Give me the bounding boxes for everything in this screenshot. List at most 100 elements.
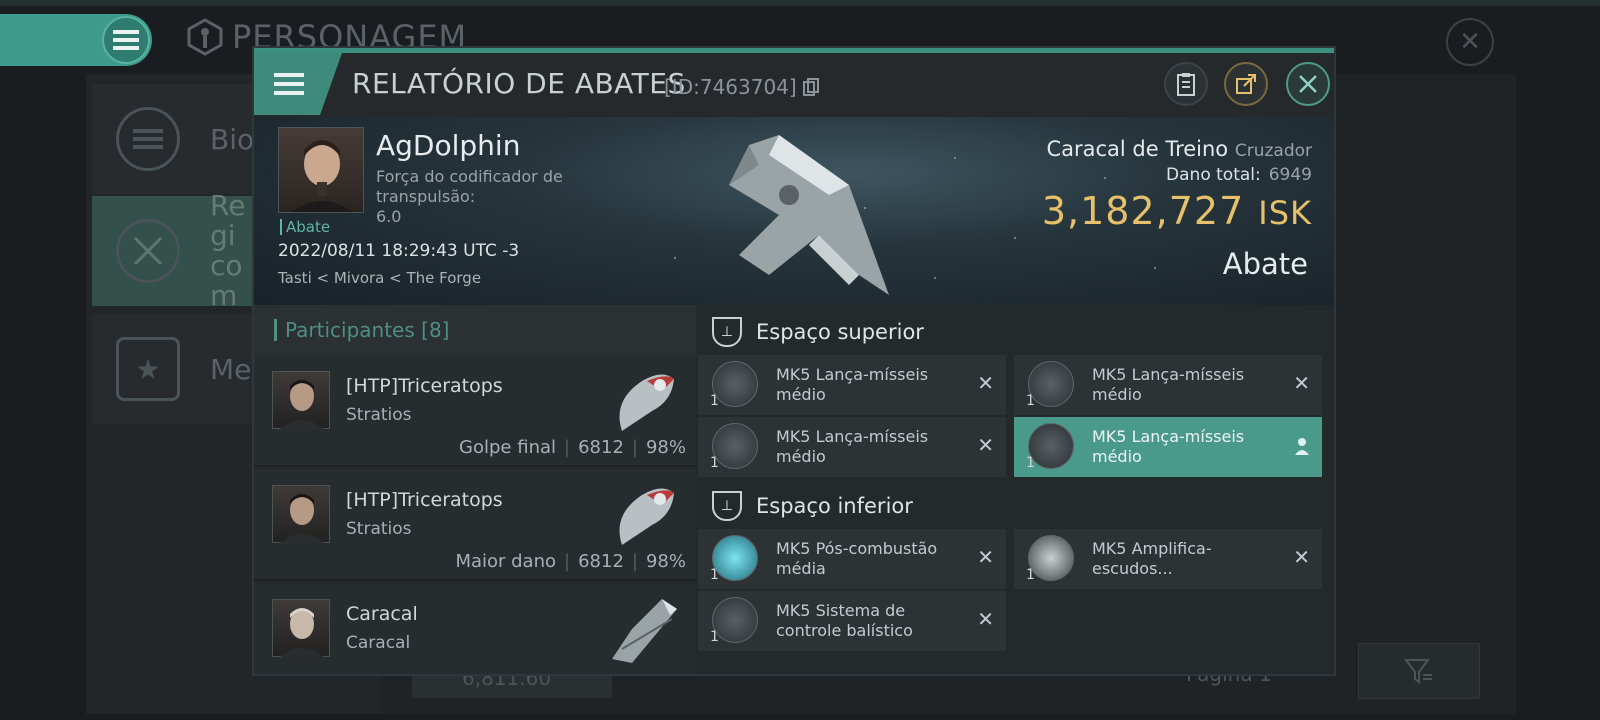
list-icon <box>116 107 180 171</box>
destroyed-icon: ✕ <box>977 371 994 395</box>
module-quantity: 1 <box>1026 567 1035 583</box>
participant-ship-image <box>619 374 674 431</box>
kill-location[interactable]: Tasti < Mivora < The Forge <box>278 269 481 287</box>
kill-id[interactable]: [ID:7463704] <box>664 75 820 99</box>
participant-role: Maior dano <box>455 551 557 572</box>
clipboard-button[interactable] <box>1164 62 1208 106</box>
participant-avatar <box>272 371 330 430</box>
participant-ship: Stratios <box>346 519 412 539</box>
low-slot-label: Espaço inferior <box>756 494 913 518</box>
ship-name[interactable]: Caracal de Treino <box>1046 137 1228 161</box>
module-name: MK5 Sistema de controle balístico <box>776 601 913 640</box>
participant-stats: Maior dano | 6812 | 98% <box>455 551 686 572</box>
share-icon <box>1236 74 1256 94</box>
kill-summary-banner: AgDolphin Força do codificador de transp… <box>254 117 1334 305</box>
participant-row[interactable]: [HTP]Triceratops Stratios Golpe final | 6… <box>254 355 696 467</box>
participants-label: Participantes <box>285 318 415 342</box>
total-damage-label: Dano total: <box>1166 165 1261 185</box>
isk-amount: 3,182,727 <box>1041 189 1245 233</box>
destroyed-icon: ✕ <box>1293 371 1310 395</box>
participant-role: Golpe final <box>459 437 557 458</box>
high-slot-icon: ⊥ <box>712 317 742 347</box>
victim-name[interactable]: AgDolphin <box>376 129 520 162</box>
module-quantity: 1 <box>1026 393 1035 409</box>
module-item-selected[interactable]: 1 MK5 Lança-mísseis médio <box>1014 417 1322 477</box>
module-quantity: 1 <box>1026 455 1035 471</box>
participant-ship: Stratios <box>346 405 412 425</box>
module-name: MK5 Lança-mísseis médio <box>1092 365 1245 404</box>
clipboard-icon <box>1177 73 1195 96</box>
module-quantity: 1 <box>710 629 719 645</box>
module-item[interactable]: 1 MK5 Lança-mísseis médio ✕ <box>698 417 1006 477</box>
sidebar-item-label: Regi com <box>210 189 246 312</box>
swords-icon <box>116 219 180 283</box>
warp-strength-value: 6.0 <box>376 207 402 226</box>
top-accent-line <box>0 0 1600 6</box>
dialog-close-button[interactable] <box>1286 62 1330 106</box>
kill-report-dialog: RELATÓRIO DE ABATES [ID:7463704] AgDolph… <box>252 46 1336 676</box>
warp-strength-label: Força do codificador de transpulsão: <box>376 167 563 206</box>
close-icon <box>1299 75 1317 93</box>
high-slot-label: Espaço superior <box>756 320 924 344</box>
isk-unit: ISK <box>1258 194 1312 232</box>
fitting-panel: ⊥ Espaço superior 1 MK5 Lança-mísseis mé… <box>696 305 1334 674</box>
copy-icon[interactable] <box>803 78 820 96</box>
participant-name: [HTP]Triceratops <box>346 375 503 397</box>
total-damage-value: 6949 <box>1268 165 1312 185</box>
share-button[interactable] <box>1224 62 1268 106</box>
destroyed-icon: ✕ <box>977 607 994 631</box>
participant-avatar <box>272 599 330 658</box>
participant-stats: Golpe final | 6812 | 98% <box>459 437 686 458</box>
kill-outcome: Abate <box>1222 247 1308 281</box>
low-slot-header: ⊥ Espaço inferior <box>696 483 1334 529</box>
module-name: MK5 Pós-combustão média <box>776 539 938 578</box>
character-icon <box>187 18 223 56</box>
participant-name: Caracal <box>346 603 418 625</box>
isk-value: 3,182,727 ISK <box>1042 189 1312 233</box>
menu-icon[interactable] <box>102 16 150 64</box>
kill-id-text: [ID:7463704] <box>664 75 797 99</box>
participant-percent: 98% <box>645 437 686 458</box>
filter-icon[interactable] <box>1358 643 1480 699</box>
participant-damage: 6812 <box>578 437 624 458</box>
background-close-icon[interactable]: ✕ <box>1446 18 1494 66</box>
module-name: MK5 Lança-mísseis médio <box>1092 427 1245 466</box>
menu-icon <box>274 73 304 95</box>
module-item[interactable]: 1 MK5 Amplifica-escudos... ✕ <box>1014 529 1322 589</box>
participants-panel: Participantes [8] [HTP]Triceratops Strat… <box>254 305 696 674</box>
person-icon <box>1295 438 1309 455</box>
star-badge-icon: ★ <box>116 337 180 401</box>
destroyed-icon: ✕ <box>977 545 994 569</box>
ship-class: Cruzador <box>1234 141 1312 161</box>
module-item[interactable]: 1 MK5 Pós-combustão média ✕ <box>698 529 1006 589</box>
victim-ship-image <box>729 135 889 295</box>
module-name: MK5 Lança-mísseis médio <box>776 365 929 404</box>
kill-date: 2022/08/11 18:29:43 UTC -3 <box>278 241 520 261</box>
destroyed-icon: ✕ <box>977 433 994 457</box>
module-item[interactable]: 1 MK5 Sistema de controle balístico ✕ <box>698 591 1006 651</box>
victim-avatar[interactable] <box>278 127 364 213</box>
module-item[interactable]: 1 MK5 Lança-mísseis médio ✕ <box>1014 355 1322 415</box>
total-damage: Dano total: 6949 <box>1166 165 1312 185</box>
ship-info: Caracal de Treino Cruzador <box>1046 137 1312 161</box>
module-name: MK5 Lança-mísseis médio <box>776 427 929 466</box>
participant-row[interactable]: [HTP]Triceratops Stratios Maior dano | 68… <box>254 469 696 581</box>
participant-damage: 6812 <box>578 551 624 572</box>
participant-ship-image <box>619 488 674 545</box>
module-item[interactable]: 1 MK5 Lança-mísseis médio ✕ <box>698 355 1006 415</box>
participant-name: [HTP]Triceratops <box>346 489 503 511</box>
participant-ship: Caracal <box>346 633 411 653</box>
participants-count: [8] <box>421 318 450 342</box>
module-quantity: 1 <box>710 393 719 409</box>
kill-tag: Abate <box>280 219 330 235</box>
warp-strength: Força do codificador de transpulsão: 6.0 <box>376 167 656 227</box>
participant-percent: 98% <box>645 551 686 572</box>
module-quantity: 1 <box>710 455 719 471</box>
dialog-title: RELATÓRIO DE ABATES <box>352 67 686 100</box>
destroyed-icon: ✕ <box>1293 545 1310 569</box>
participant-avatar <box>272 485 330 544</box>
participant-row[interactable]: Caracal Caracal <box>254 583 696 674</box>
low-slot-icon: ⊥ <box>712 491 742 521</box>
high-slot-header: ⊥ Espaço superior <box>696 309 1334 355</box>
participants-header: Participantes [8] <box>254 305 696 355</box>
